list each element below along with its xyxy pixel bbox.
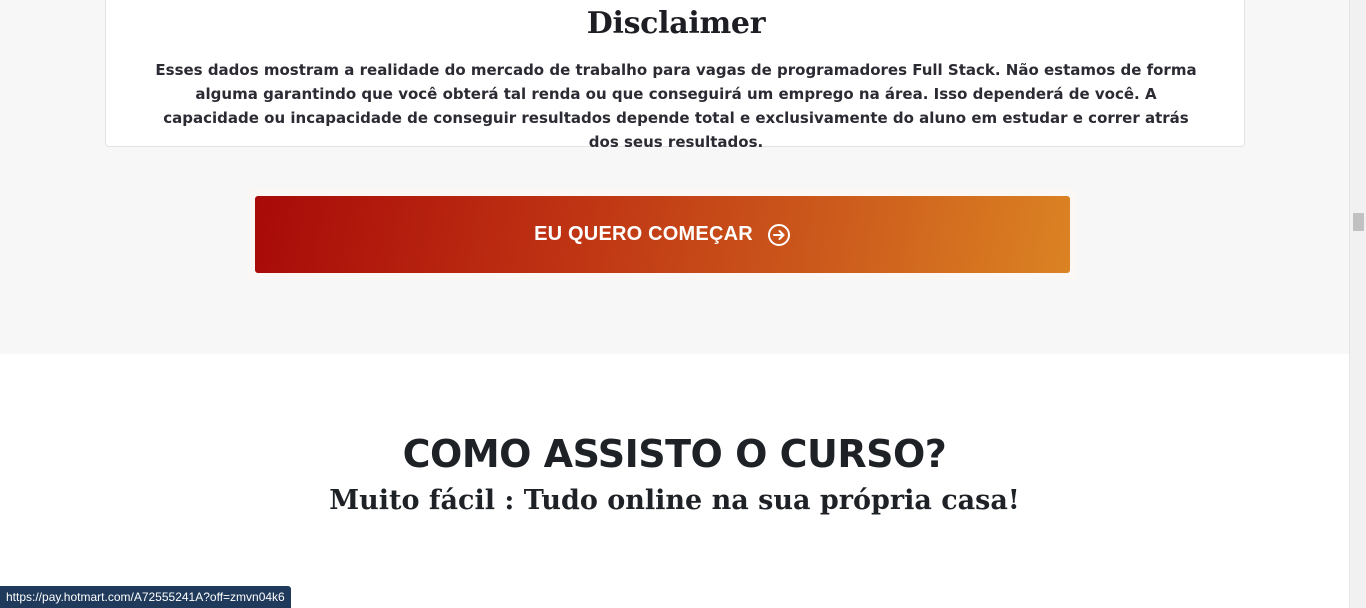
section-subheading: Muito fácil : Tudo online na sua própria… [329, 485, 1020, 516]
scrollbar-thumb[interactable] [1353, 213, 1364, 231]
page: Disclaimer Esses dados mostram a realida… [0, 0, 1349, 608]
arrow-right-circle-icon [767, 223, 791, 247]
disclaimer-section: Disclaimer Esses dados mostram a realida… [0, 0, 1349, 354]
disclaimer-title: Disclaimer [586, 6, 766, 41]
cta-button[interactable]: EU QUERO COMEÇAR [255, 196, 1070, 273]
browser-viewport: Disclaimer Esses dados mostram a realida… [0, 0, 1366, 608]
disclaimer-card: Disclaimer Esses dados mostram a realida… [105, 0, 1245, 151]
disclaimer-text: Esses dados mostram a realidade do merca… [155, 61, 1197, 151]
cta-button-label: EU QUERO COMEÇAR [534, 223, 753, 245]
vertical-scrollbar[interactable] [1349, 0, 1366, 608]
status-bar-url: https://pay.hotmart.com/A72555241A?off=z… [0, 586, 291, 608]
section-heading: COMO ASSISTO O CURSO? [402, 432, 947, 476]
